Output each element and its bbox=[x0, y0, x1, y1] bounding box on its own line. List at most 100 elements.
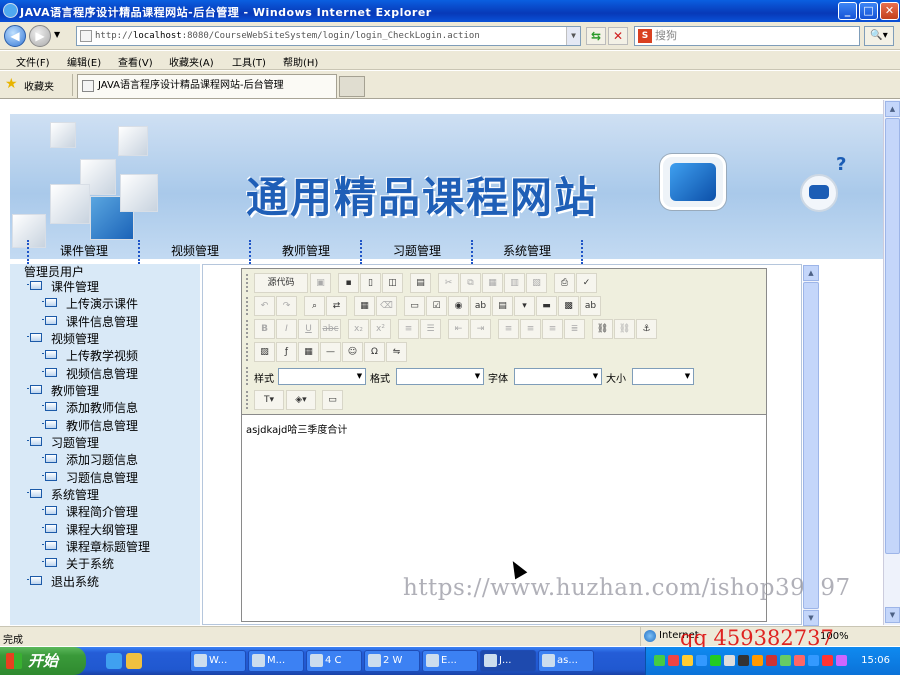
tray-icon[interactable] bbox=[822, 655, 833, 666]
find-icon[interactable]: ⌕ bbox=[304, 296, 325, 316]
textfield-icon[interactable]: ab bbox=[470, 296, 491, 316]
format-select[interactable]: ▼ bbox=[396, 368, 484, 385]
tree-item-exercise-info[interactable]: 习题信息管理 bbox=[42, 470, 138, 486]
source-button[interactable]: 源代码 bbox=[254, 273, 308, 293]
browser-tab[interactable]: JAVA语言程序设计精品课程网站-后台管理 bbox=[77, 74, 337, 98]
tree-item-add-exercise[interactable]: 添加习题信息 bbox=[42, 452, 138, 468]
maximize-button[interactable]: □ bbox=[859, 2, 878, 20]
spellcheck-icon[interactable]: ✓ bbox=[576, 273, 597, 293]
font-select[interactable]: ▼ bbox=[514, 368, 602, 385]
align-left-icon[interactable]: ≡ bbox=[498, 319, 519, 339]
tree-item-video-info[interactable]: 视频信息管理 bbox=[42, 366, 138, 382]
tray-icon[interactable] bbox=[738, 655, 749, 666]
frame-scrollbar[interactable]: ▲ ▼ bbox=[803, 265, 819, 626]
tree-item-add-teacher[interactable]: 添加教师信息 bbox=[42, 400, 138, 416]
outdent-icon[interactable]: ⇤ bbox=[448, 319, 469, 339]
tray-icon[interactable] bbox=[836, 655, 847, 666]
checkbox-icon[interactable]: ☑ bbox=[426, 296, 447, 316]
favorites-star-icon[interactable]: ★ bbox=[5, 76, 18, 92]
smiley-icon[interactable]: ☺ bbox=[342, 342, 363, 362]
justify-icon[interactable]: ≣ bbox=[564, 319, 585, 339]
page-break-icon[interactable]: ⇋ bbox=[386, 342, 407, 362]
tree-node-exercise[interactable]: 习题管理 bbox=[27, 435, 99, 451]
print-preview-icon[interactable]: ◫ bbox=[382, 273, 403, 293]
select-all-icon[interactable]: ▦ bbox=[354, 296, 375, 316]
superscript-icon[interactable]: x² bbox=[370, 319, 391, 339]
window-title-bar[interactable]: JAVA语言程序设计精品课程网站-后台管理 - Windows Internet… bbox=[0, 0, 900, 22]
task-button[interactable]: as... bbox=[538, 650, 594, 672]
history-dropdown-icon[interactable]: ▼ bbox=[54, 30, 60, 39]
tree-item-course-outline[interactable]: 课程大纲管理 bbox=[42, 522, 138, 538]
hidden-field-icon[interactable]: ab bbox=[580, 296, 601, 316]
tray-icon[interactable] bbox=[668, 655, 679, 666]
tray-icon[interactable] bbox=[780, 655, 791, 666]
scroll-down-icon[interactable]: ▼ bbox=[885, 607, 900, 623]
style-select[interactable]: ▼ bbox=[278, 368, 366, 385]
task-button-active[interactable]: J... bbox=[480, 650, 536, 672]
menu-favorites[interactable]: 收藏夹(A) bbox=[169, 54, 214, 69]
tree-item-upload-video[interactable]: 上传教学视频 bbox=[42, 348, 138, 364]
scroll-up-icon[interactable]: ▲ bbox=[803, 265, 819, 281]
unlink-icon[interactable]: ⛓ bbox=[614, 319, 635, 339]
scroll-down-icon[interactable]: ▼ bbox=[803, 610, 819, 626]
close-button[interactable]: ✕ bbox=[880, 2, 899, 20]
special-char-icon[interactable]: Ω bbox=[364, 342, 385, 362]
favorites-label[interactable]: 收藏夹 bbox=[24, 78, 54, 93]
bold-icon[interactable]: B bbox=[254, 319, 275, 339]
subscript-icon[interactable]: x₂ bbox=[348, 319, 369, 339]
templates-icon[interactable]: ▤ bbox=[410, 273, 431, 293]
menu-edit[interactable]: 编辑(E) bbox=[67, 54, 101, 69]
size-select[interactable]: ▼ bbox=[632, 368, 694, 385]
nav-video[interactable]: 视频管理 bbox=[138, 240, 250, 264]
select-field-icon[interactable]: ▾ bbox=[514, 296, 535, 316]
tray-icon[interactable] bbox=[808, 655, 819, 666]
tree-item-teacher-info[interactable]: 教师信息管理 bbox=[42, 418, 138, 434]
image-button-icon[interactable]: ▩ bbox=[558, 296, 579, 316]
address-input[interactable]: http://localhost:8080/CourseWebSiteSyste… bbox=[76, 26, 581, 46]
textarea-icon[interactable]: ▤ bbox=[492, 296, 513, 316]
task-button[interactable]: 2 W bbox=[364, 650, 420, 672]
tray-icon[interactable] bbox=[654, 655, 665, 666]
remove-format-icon[interactable]: ⌫ bbox=[376, 296, 397, 316]
horizontal-rule-icon[interactable]: — bbox=[320, 342, 341, 362]
tray-icon[interactable] bbox=[710, 655, 721, 666]
stop-button[interactable]: ✕ bbox=[608, 27, 628, 45]
task-button[interactable]: 4 C bbox=[306, 650, 362, 672]
replace-icon[interactable]: ⇄ bbox=[326, 296, 347, 316]
tray-icon[interactable] bbox=[766, 655, 777, 666]
menu-view[interactable]: 查看(V) bbox=[118, 54, 153, 69]
task-button[interactable]: E... bbox=[422, 650, 478, 672]
scroll-thumb[interactable] bbox=[885, 118, 900, 554]
flash-icon[interactable]: ƒ bbox=[276, 342, 297, 362]
menu-help[interactable]: 帮助(H) bbox=[283, 54, 318, 69]
image-icon[interactable]: ▨ bbox=[254, 342, 275, 362]
bg-color-icon[interactable]: ◈▾ bbox=[286, 390, 316, 410]
nav-exercise[interactable]: 习题管理 bbox=[360, 240, 472, 264]
menu-file[interactable]: 文件(F) bbox=[16, 54, 50, 69]
search-input[interactable]: S 搜狗 bbox=[634, 26, 860, 46]
print-icon[interactable]: ⎙ bbox=[554, 273, 575, 293]
maximize-editor-icon[interactable]: ▭ bbox=[322, 390, 343, 410]
text-color-icon[interactable]: T▾ bbox=[254, 390, 284, 410]
table-icon[interactable]: ▦ bbox=[298, 342, 319, 362]
tree-item-upload-courseware[interactable]: 上传演示课件 bbox=[42, 296, 138, 312]
redo-icon[interactable]: ↷ bbox=[276, 296, 297, 316]
page-scrollbar[interactable]: ▲ ▼ bbox=[883, 100, 900, 625]
italic-icon[interactable]: I bbox=[276, 319, 297, 339]
numbered-list-icon[interactable]: ≡ bbox=[398, 319, 419, 339]
tray-icon[interactable] bbox=[752, 655, 763, 666]
form-icon[interactable]: ▭ bbox=[404, 296, 425, 316]
tree-node-system[interactable]: 系统管理 bbox=[27, 487, 99, 503]
new-page-icon[interactable]: ▯ bbox=[360, 273, 381, 293]
indent-icon[interactable]: ⇥ bbox=[470, 319, 491, 339]
tray-icon[interactable] bbox=[696, 655, 707, 666]
strike-icon[interactable]: abc bbox=[320, 319, 341, 339]
nav-teacher[interactable]: 教师管理 bbox=[249, 240, 361, 264]
align-center-icon[interactable]: ≡ bbox=[520, 319, 541, 339]
save-icon[interactable]: ▪ bbox=[338, 273, 359, 293]
align-right-icon[interactable]: ≡ bbox=[542, 319, 563, 339]
new-tab-button[interactable] bbox=[339, 76, 365, 97]
copy-icon[interactable]: ⧉ bbox=[460, 273, 481, 293]
task-button[interactable]: M... bbox=[248, 650, 304, 672]
task-button[interactable]: W... bbox=[190, 650, 246, 672]
